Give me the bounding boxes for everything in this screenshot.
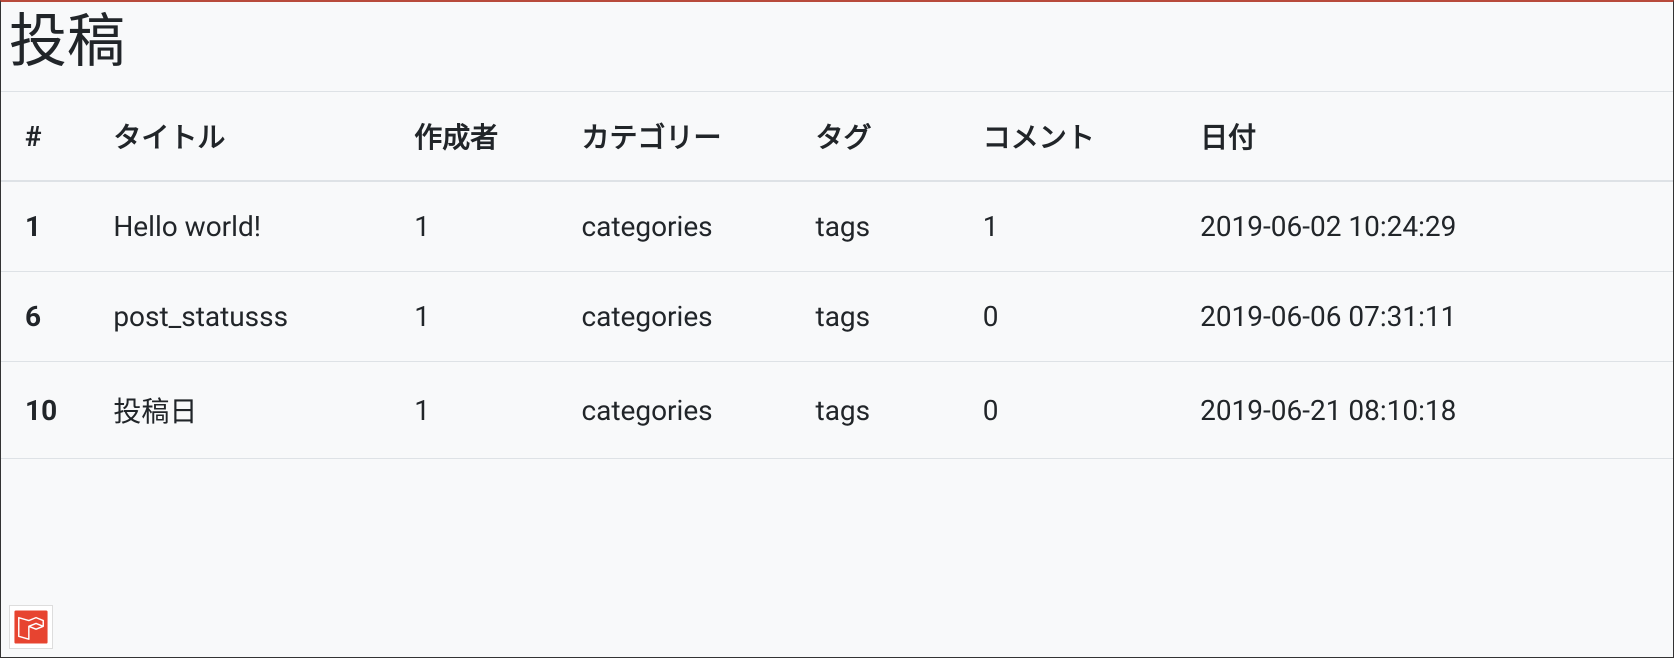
cell-category: categories [569, 362, 803, 459]
cell-comment: 0 [971, 362, 1188, 459]
laravel-badge-icon[interactable] [9, 605, 53, 649]
table-header-row: # タイトル 作成者 カテゴリー タグ コメント 日付 [1, 92, 1673, 182]
cell-title: 投稿日 [101, 362, 402, 459]
cell-title: Hello world! [101, 181, 402, 272]
cell-date: 2019-06-21 08:10:18 [1188, 362, 1673, 459]
cell-comment: 1 [971, 181, 1188, 272]
cell-comment: 0 [971, 272, 1188, 362]
table-row: 6 post_statusss 1 categories tags 0 2019… [1, 272, 1673, 362]
cell-author: 1 [402, 362, 569, 459]
cell-author: 1 [402, 181, 569, 272]
cell-category: categories [569, 181, 803, 272]
cell-tag: tags [804, 272, 971, 362]
header-title: タイトル [101, 92, 402, 182]
header-comment: コメント [971, 92, 1188, 182]
cell-id: 10 [1, 362, 101, 459]
cell-id: 1 [1, 181, 101, 272]
page-title: 投稿 [1, 2, 1673, 83]
cell-date: 2019-06-06 07:31:11 [1188, 272, 1673, 362]
cell-date: 2019-06-02 10:24:29 [1188, 181, 1673, 272]
header-date: 日付 [1188, 92, 1673, 182]
header-category: カテゴリー [569, 92, 803, 182]
header-tag: タグ [804, 92, 971, 182]
table-body: 1 Hello world! 1 categories tags 1 2019-… [1, 181, 1673, 459]
posts-table: # タイトル 作成者 カテゴリー タグ コメント 日付 1 Hello worl… [1, 91, 1673, 459]
cell-author: 1 [402, 272, 569, 362]
cell-tag: tags [804, 362, 971, 459]
cell-id: 6 [1, 272, 101, 362]
header-id: # [1, 92, 101, 182]
cell-tag: tags [804, 181, 971, 272]
cell-category: categories [569, 272, 803, 362]
cell-title: post_statusss [101, 272, 402, 362]
header-author: 作成者 [402, 92, 569, 182]
table-row: 1 Hello world! 1 categories tags 1 2019-… [1, 181, 1673, 272]
laravel-icon [13, 609, 49, 645]
table-row: 10 投稿日 1 categories tags 0 2019-06-21 08… [1, 362, 1673, 459]
